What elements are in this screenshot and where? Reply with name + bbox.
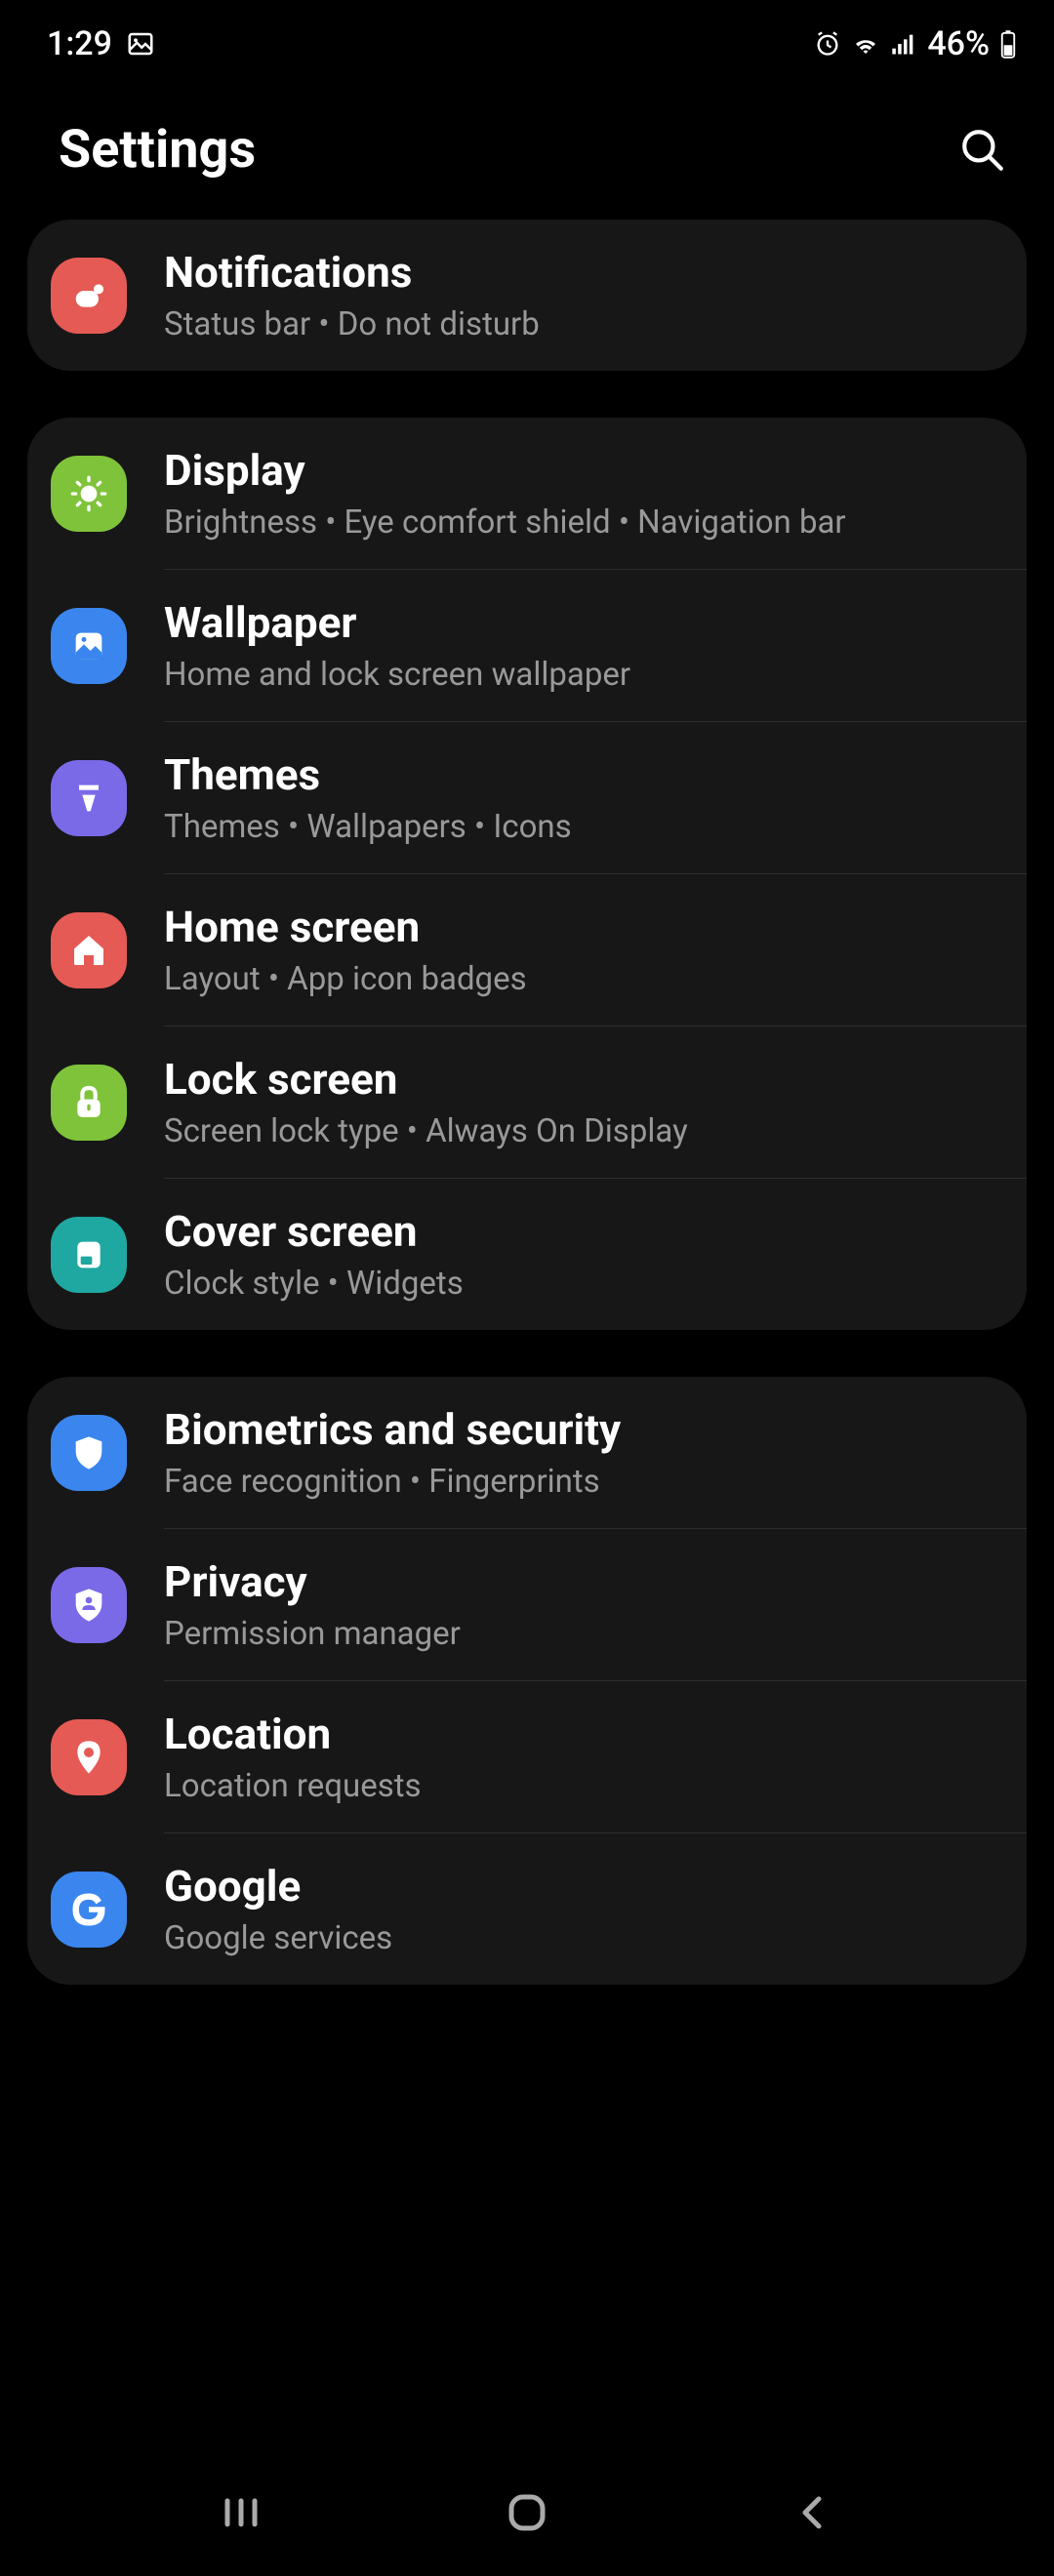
wifi-icon (851, 29, 880, 59)
home-nav-icon (504, 2489, 550, 2536)
row-text: Display Brightness • Eye comfort shield … (164, 445, 995, 542)
location-icon (51, 1719, 127, 1795)
row-subtitle: Status bar • Do not disturb (164, 305, 995, 343)
row-subtitle: Clock style • Widgets (164, 1265, 995, 1303)
back-icon (790, 2489, 836, 2536)
row-text: Privacy Permission manager (164, 1556, 995, 1653)
home-icon (51, 912, 127, 988)
header: Settings (0, 88, 1054, 220)
search-icon (958, 126, 1007, 175)
shield-icon (51, 1415, 127, 1491)
row-title: Google (164, 1861, 995, 1912)
nav-recents-button[interactable] (202, 2474, 280, 2552)
settings-row-notifications[interactable]: Notifications Status bar • Do not distur… (27, 220, 1027, 371)
row-text: Google Google services (164, 1861, 995, 1957)
settings-group: Biometrics and security Face recognition… (27, 1377, 1027, 1985)
settings-row-location[interactable]: Location Location requests (27, 1681, 1027, 1832)
row-subtitle: Google services (164, 1919, 995, 1957)
row-subtitle: Location requests (164, 1767, 995, 1805)
signal-icon (890, 30, 917, 58)
row-title: Wallpaper (164, 597, 995, 648)
settings-row-display[interactable]: Display Brightness • Eye comfort shield … (27, 418, 1027, 569)
notifications-icon (51, 258, 127, 334)
row-text: Lock screen Screen lock type • Always On… (164, 1054, 995, 1150)
settings-row-themes[interactable]: Themes Themes • Wallpapers • Icons (27, 722, 1027, 873)
row-subtitle: Brightness • Eye comfort shield • Naviga… (164, 503, 995, 542)
nav-back-button[interactable] (774, 2474, 852, 2552)
row-subtitle: Home and lock screen wallpaper (164, 656, 995, 694)
lock-icon (51, 1065, 127, 1141)
alarm-icon (814, 30, 841, 58)
status-left: 1:29 (47, 24, 155, 63)
nav-home-button[interactable] (488, 2474, 566, 2552)
row-title: Home screen (164, 902, 995, 952)
settings-group: Notifications Status bar • Do not distur… (27, 220, 1027, 371)
recents-icon (218, 2489, 264, 2536)
themes-icon (51, 760, 127, 836)
row-subtitle: Face recognition • Fingerprints (164, 1463, 995, 1501)
search-button[interactable] (958, 126, 1007, 175)
row-title: Location (164, 1709, 995, 1759)
settings-group: Display Brightness • Eye comfort shield … (27, 418, 1027, 1330)
row-title: Cover screen (164, 1206, 995, 1257)
row-title: Display (164, 445, 995, 496)
status-bar: 1:29 46% (0, 0, 1054, 88)
row-text: Home screen Layout • App icon badges (164, 902, 995, 998)
cover-screen-icon (51, 1217, 127, 1293)
google-icon (51, 1872, 127, 1948)
row-subtitle: Screen lock type • Always On Display (164, 1112, 995, 1150)
row-text: Themes Themes • Wallpapers • Icons (164, 749, 995, 846)
display-icon (51, 456, 127, 532)
settings-row-cover-screen[interactable]: Cover screen Clock style • Widgets (27, 1179, 1027, 1330)
picture-icon (126, 29, 155, 59)
row-title: Lock screen (164, 1054, 995, 1105)
row-subtitle: Themes • Wallpapers • Icons (164, 808, 995, 846)
row-text: Wallpaper Home and lock screen wallpaper (164, 597, 995, 694)
row-text: Cover screen Clock style • Widgets (164, 1206, 995, 1303)
wallpaper-icon (51, 608, 127, 684)
settings-row-wallpaper[interactable]: Wallpaper Home and lock screen wallpaper (27, 570, 1027, 721)
row-text: Notifications Status bar • Do not distur… (164, 247, 995, 343)
privacy-icon (51, 1567, 127, 1643)
row-title: Themes (164, 749, 995, 800)
status-right: 46% (814, 24, 1017, 63)
battery-percent: 46% (927, 24, 990, 63)
row-title: Privacy (164, 1556, 995, 1607)
settings-row-privacy[interactable]: Privacy Permission manager (27, 1529, 1027, 1680)
row-subtitle: Permission manager (164, 1615, 995, 1653)
page-title: Settings (59, 119, 256, 181)
settings-row-google[interactable]: Google Google services (27, 1833, 1027, 1985)
navigation-bar (0, 2449, 1054, 2576)
row-title: Notifications (164, 247, 995, 298)
battery-icon (999, 29, 1017, 59)
row-text: Location Location requests (164, 1709, 995, 1805)
settings-row-home-screen[interactable]: Home screen Layout • App icon badges (27, 874, 1027, 1026)
settings-row-lock-screen[interactable]: Lock screen Screen lock type • Always On… (27, 1026, 1027, 1178)
row-subtitle: Layout • App icon badges (164, 960, 995, 998)
row-text: Biometrics and security Face recognition… (164, 1404, 995, 1501)
settings-row-biometrics[interactable]: Biometrics and security Face recognition… (27, 1377, 1027, 1528)
row-title: Biometrics and security (164, 1404, 995, 1455)
status-time: 1:29 (47, 24, 112, 63)
